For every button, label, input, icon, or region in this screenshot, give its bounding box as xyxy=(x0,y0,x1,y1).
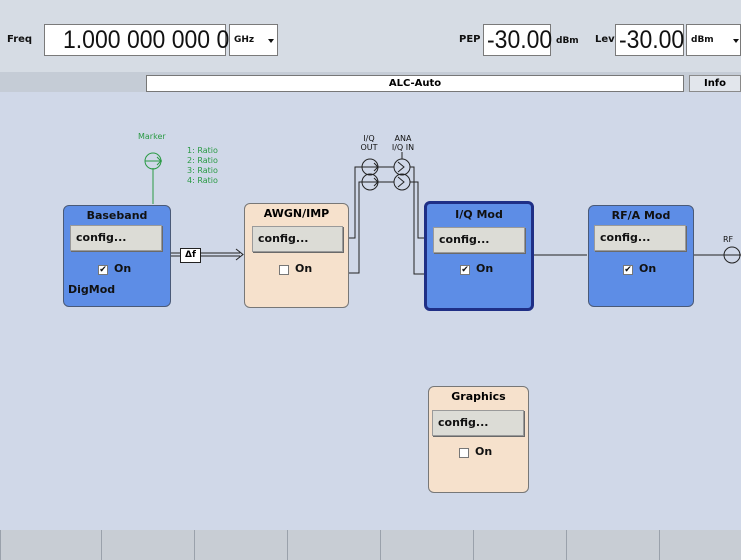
baseband-config-button[interactable]: config... xyxy=(70,225,162,251)
lev-label: Lev xyxy=(595,34,615,45)
freq-input[interactable]: 1.000 000 000 00 xyxy=(44,24,242,56)
softkey-8[interactable] xyxy=(659,530,741,560)
graphics-on-label: On xyxy=(475,445,493,458)
pep-unit: dBm xyxy=(556,36,579,46)
marker-ratio-list: 1: Ratio 2: Ratio 3: Ratio 4: Ratio xyxy=(187,146,218,186)
marker-ratio-4: 4: Ratio xyxy=(187,176,218,185)
iq-out-label: I/Q OUT xyxy=(357,134,381,152)
graphics-on-checkbox[interactable] xyxy=(459,448,469,458)
iq-mod-title: I/Q Mod xyxy=(455,208,503,221)
signal-flow-lines xyxy=(152,152,741,275)
rf-mod-on-label: On xyxy=(639,262,657,275)
freq-label: Freq xyxy=(7,34,33,45)
softkey-1[interactable] xyxy=(0,530,101,560)
marker-ratio-2: 2: Ratio xyxy=(187,156,218,165)
rf-a-mod-block[interactable]: RF/A Mod config... ✔ On xyxy=(588,205,694,307)
baseband-on-checkbox[interactable]: ✔ xyxy=(98,265,108,275)
graphics-block[interactable]: Graphics config... On xyxy=(428,386,529,493)
iq-out-label-line-2: OUT xyxy=(360,143,378,152)
baseband-on-label: On xyxy=(114,262,132,275)
ana-iq-in-label-line-2: I/Q IN xyxy=(391,143,415,152)
awgn-on-checkbox[interactable] xyxy=(279,265,289,275)
lev-unit: dBm xyxy=(691,35,714,45)
awgn-config-button[interactable]: config... xyxy=(252,226,343,252)
softkey-6[interactable] xyxy=(473,530,566,560)
softkey-3[interactable] xyxy=(194,530,287,560)
baseband-title: Baseband xyxy=(86,209,148,222)
level-unit-select[interactable]: dBm xyxy=(686,24,741,56)
iq-mod-on-checkbox[interactable]: ✔ xyxy=(460,265,470,275)
iq-mod-block[interactable]: I/Q Mod config... ✔ On xyxy=(424,201,534,311)
awgn-title: AWGN/IMP xyxy=(263,207,330,220)
awgn-imp-block[interactable]: AWGN/IMP config... On xyxy=(244,203,349,308)
lev-value: -30.00 xyxy=(619,26,685,54)
marker-icon xyxy=(144,152,162,170)
pep-display: -30.00 xyxy=(483,24,553,56)
freq-unit: GHz xyxy=(234,35,255,45)
level-input[interactable]: -30.00 xyxy=(615,24,684,56)
freq-unit-select[interactable]: GHz xyxy=(229,24,278,56)
softkey-2[interactable] xyxy=(101,530,194,560)
frequency-offset-symbol: Δf xyxy=(180,248,201,263)
baseband-block[interactable]: Baseband config... ✔ On DigMod xyxy=(63,205,171,307)
graphics-config-button[interactable]: config... xyxy=(432,410,524,436)
softkey-5[interactable] xyxy=(380,530,473,560)
rf-mod-config-button[interactable]: config... xyxy=(594,225,686,251)
iq-out-label-line-1: I/Q xyxy=(363,134,375,143)
marker-ratio-3: 3: Ratio xyxy=(187,166,218,175)
baseband-mode-label: DigMod xyxy=(68,283,116,296)
softkey-7[interactable] xyxy=(566,530,659,560)
rf-output-label: RF xyxy=(723,235,734,244)
ana-iq-in-label: ANA I/Q IN xyxy=(388,134,418,152)
iq-mod-config-button[interactable]: config... xyxy=(433,227,525,253)
iq-mod-on-label: On xyxy=(476,262,494,275)
graphics-title: Graphics xyxy=(451,390,506,403)
awgn-on-label: On xyxy=(295,262,313,275)
freq-value: 1.000 000 000 00 xyxy=(63,26,243,54)
rf-mod-on-checkbox[interactable]: ✔ xyxy=(623,265,633,275)
chevron-down-icon xyxy=(268,39,274,43)
alc-status: ALC-Auto xyxy=(146,75,684,92)
marker-label: Marker xyxy=(138,132,166,141)
ana-iq-in-label-line-1: ANA xyxy=(394,134,412,143)
info-button[interactable]: Info xyxy=(689,75,741,92)
rf-mod-title: RF/A Mod xyxy=(611,209,671,222)
chevron-down-icon xyxy=(733,39,739,43)
pep-label: PEP xyxy=(459,34,481,45)
marker-ratio-1: 1: Ratio xyxy=(187,146,218,155)
pep-value: -30.00 xyxy=(487,26,553,54)
softkey-4[interactable] xyxy=(287,530,380,560)
